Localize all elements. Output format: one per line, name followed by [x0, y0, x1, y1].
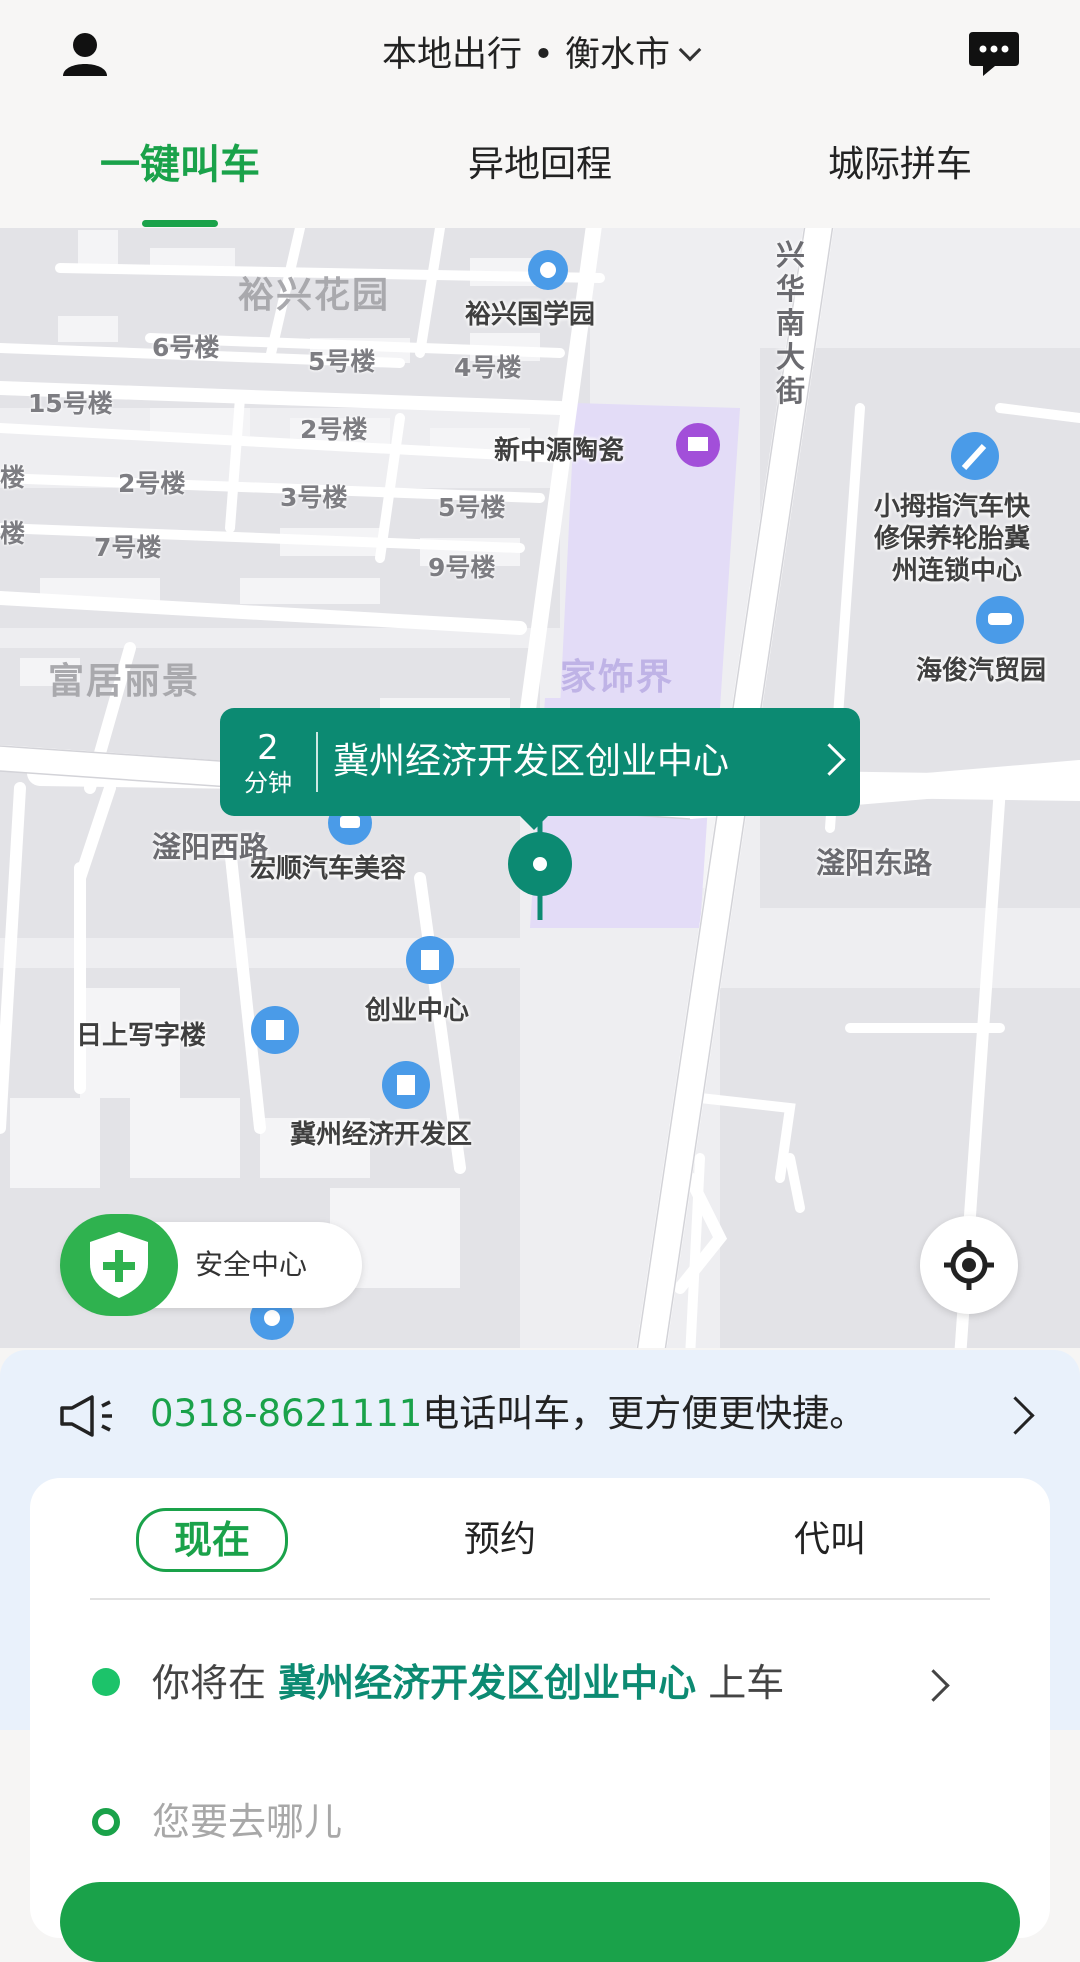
callout-pointer: [520, 816, 548, 830]
mode-reserve-button[interactable]: 预约: [430, 1508, 570, 1572]
pickup-place: 冀州经济开发区创业中心: [278, 1661, 697, 1705]
tab-intercity-carpool[interactable]: 城际拼车: [780, 140, 1020, 190]
chevron-right-icon: [996, 1396, 1035, 1435]
tab-one-click-ride[interactable]: 一键叫车: [60, 140, 300, 190]
phone-number[interactable]: 0318-8621111: [150, 1392, 422, 1435]
tab-return-trip[interactable]: 异地回程: [420, 140, 660, 190]
shield-icon: [60, 1214, 178, 1316]
poi-label[interactable]: 日上写字楼: [76, 1015, 206, 1052]
poi-label[interactable]: 新中源陶瓷: [494, 430, 624, 467]
callout-divider: [316, 732, 318, 792]
area-label: 家饰界: [560, 657, 675, 698]
divider: [90, 1598, 990, 1600]
area-label: 富居丽景: [48, 661, 201, 702]
building-label: 7号楼: [94, 533, 162, 562]
poi-label[interactable]: 创业中心: [365, 990, 469, 1027]
phone-call-banner[interactable]: 0318-8621111电话叫车，更方便更快捷。: [0, 1350, 1080, 1478]
building-label: 楼: [0, 519, 26, 548]
pickup-callout[interactable]: 2 分钟 冀州经济开发区创业中心: [220, 708, 860, 816]
active-tab-indicator: [142, 220, 218, 227]
destination-dot-icon: [92, 1808, 120, 1836]
building-label: 4号楼: [454, 353, 522, 382]
eta-minutes: 2: [257, 728, 279, 768]
pickup-dot-icon: [92, 1668, 120, 1696]
building-label: 2号楼: [300, 415, 368, 444]
city-selector[interactable]: 本地出行 • 衡水市: [300, 30, 780, 80]
eta-display: 2 分钟: [220, 708, 316, 816]
phone-banner-message: 电话叫车，更方便更快捷。: [422, 1392, 867, 1435]
callout-place-name: 冀州经济开发区创业中心: [333, 741, 730, 782]
safety-center-label: 安全中心: [195, 1248, 308, 1281]
chevron-right-icon: [917, 1669, 950, 1702]
poi-label[interactable]: 冀州经济开发区: [290, 1114, 472, 1151]
locate-button[interactable]: [920, 1216, 1018, 1314]
phone-banner-text: 0318-8621111电话叫车，更方便更快捷。: [150, 1350, 866, 1478]
building-label: 3号楼: [280, 483, 348, 512]
road-label: 兴华南大街: [776, 238, 806, 408]
building-label: 6号楼: [152, 333, 220, 362]
pickup-location-row[interactable]: 你将在 冀州经济开发区创业中心 上车: [152, 1648, 784, 1718]
city-title-text: 本地出行 • 衡水市: [382, 35, 670, 75]
road-label: 滏阳东路: [816, 846, 933, 880]
user-icon[interactable]: [60, 30, 110, 80]
mode-now-button[interactable]: 现在: [136, 1508, 288, 1572]
eta-unit: 分钟: [244, 769, 292, 797]
message-icon[interactable]: [967, 30, 1021, 78]
ride-request-card: 现在 预约 代叫 你将在 冀州经济开发区创业中心 上车: [30, 1478, 1050, 1962]
building-label: 楼: [0, 463, 26, 492]
area-label: 裕兴花园: [238, 275, 391, 316]
building-label: 9号楼: [428, 553, 496, 582]
building-label: 5号楼: [438, 493, 506, 522]
building-label: 15号楼: [28, 389, 113, 418]
chevron-right-icon: [813, 743, 846, 776]
building-label: 5号楼: [308, 347, 376, 376]
building-label: 2号楼: [118, 469, 186, 498]
poi-label[interactable]: 裕兴国学园: [465, 294, 595, 331]
destination-input[interactable]: [152, 1784, 852, 1860]
poi-label[interactable]: 海俊汽贸园: [916, 650, 1046, 687]
call-car-button[interactable]: [60, 1882, 1020, 1962]
mode-call-for-others-button[interactable]: 代叫: [760, 1508, 900, 1572]
safety-center-button[interactable]: 安全中心: [60, 1214, 362, 1316]
poi-label[interactable]: 宏顺汽车美容: [250, 848, 406, 885]
pickup-suffix: 上车: [708, 1661, 785, 1705]
chevron-down-icon: [678, 38, 702, 62]
speaker-icon: [58, 1394, 124, 1438]
pickup-prefix: 你将在: [152, 1661, 267, 1705]
poi-label[interactable]: 州连锁中心: [892, 550, 1022, 587]
locate-icon: [944, 1240, 994, 1290]
road-label: 滏阳西路: [152, 830, 269, 864]
